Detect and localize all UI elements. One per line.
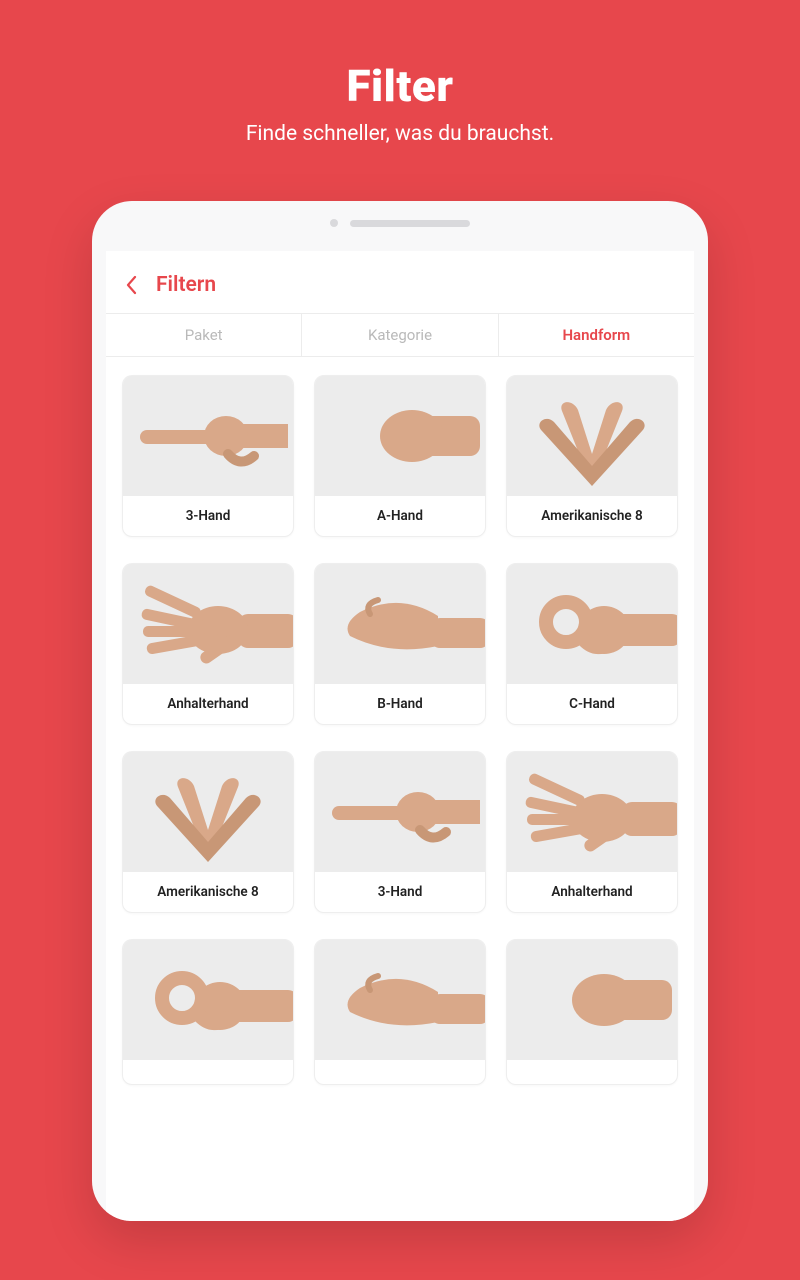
hand-flat-icon: [315, 564, 485, 684]
handform-card[interactable]: 3-Hand: [314, 751, 486, 913]
handform-card[interactable]: B-Hand: [314, 563, 486, 725]
back-button[interactable]: [124, 275, 138, 295]
handform-card[interactable]: [122, 939, 294, 1085]
handform-card[interactable]: Amerikanische 8: [506, 375, 678, 537]
app-screen: Filtern Paket Kategorie Handform 3-Hand …: [106, 251, 694, 1221]
card-label: Amerikanische 8: [123, 872, 293, 912]
hand-twohands-icon: [507, 376, 677, 496]
card-label: [123, 1060, 293, 1084]
hand-fist-icon: [315, 376, 485, 496]
chevron-left-icon: [124, 275, 138, 295]
handform-card[interactable]: Anhalterhand: [122, 563, 294, 725]
tablet-frame: Filtern Paket Kategorie Handform 3-Hand …: [92, 201, 708, 1221]
handform-card[interactable]: [506, 939, 678, 1085]
tab-handform[interactable]: Handform: [499, 314, 694, 356]
card-label: [315, 1060, 485, 1084]
tab-kategorie[interactable]: Kategorie: [302, 314, 498, 356]
filter-tabs: Paket Kategorie Handform: [106, 313, 694, 357]
nav-bar: Filtern: [106, 251, 694, 313]
page-title: Filter: [20, 60, 780, 112]
hand-spread-icon: [507, 752, 677, 872]
card-grid-wrap: 3-Hand A-Hand Amerikanische 8 Anhalterha…: [106, 357, 694, 1221]
handform-card[interactable]: C-Hand: [506, 563, 678, 725]
hand-twohands-icon: [123, 752, 293, 872]
handform-card[interactable]: Amerikanische 8: [122, 751, 294, 913]
card-label: 3-Hand: [315, 872, 485, 912]
card-label: Anhalterhand: [123, 684, 293, 724]
card-label: Anhalterhand: [507, 872, 677, 912]
hand-fist-icon: [507, 940, 677, 1060]
card-label: C-Hand: [507, 684, 677, 724]
handform-card[interactable]: 3-Hand: [122, 375, 294, 537]
card-label: [507, 1060, 677, 1084]
hand-spread-icon: [123, 564, 293, 684]
hand-pointing-icon: [123, 376, 293, 496]
card-label: A-Hand: [315, 496, 485, 536]
handform-card[interactable]: A-Hand: [314, 375, 486, 537]
card-grid: 3-Hand A-Hand Amerikanische 8 Anhalterha…: [122, 375, 678, 1085]
hand-pointing-icon: [315, 752, 485, 872]
card-label: Amerikanische 8: [507, 496, 677, 536]
tab-paket[interactable]: Paket: [106, 314, 302, 356]
nav-title: Filtern: [156, 273, 216, 297]
hand-pinch-icon: [507, 564, 677, 684]
card-label: 3-Hand: [123, 496, 293, 536]
speaker-bar-icon: [350, 220, 470, 227]
hand-flat-icon: [315, 940, 485, 1060]
page-subtitle: Finde schneller, was du brauchst.: [20, 122, 780, 146]
handform-card[interactable]: [314, 939, 486, 1085]
hand-pinch-icon: [123, 940, 293, 1060]
camera-dot-icon: [330, 219, 338, 227]
device-speaker: [92, 219, 708, 227]
card-label: B-Hand: [315, 684, 485, 724]
handform-card[interactable]: Anhalterhand: [506, 751, 678, 913]
